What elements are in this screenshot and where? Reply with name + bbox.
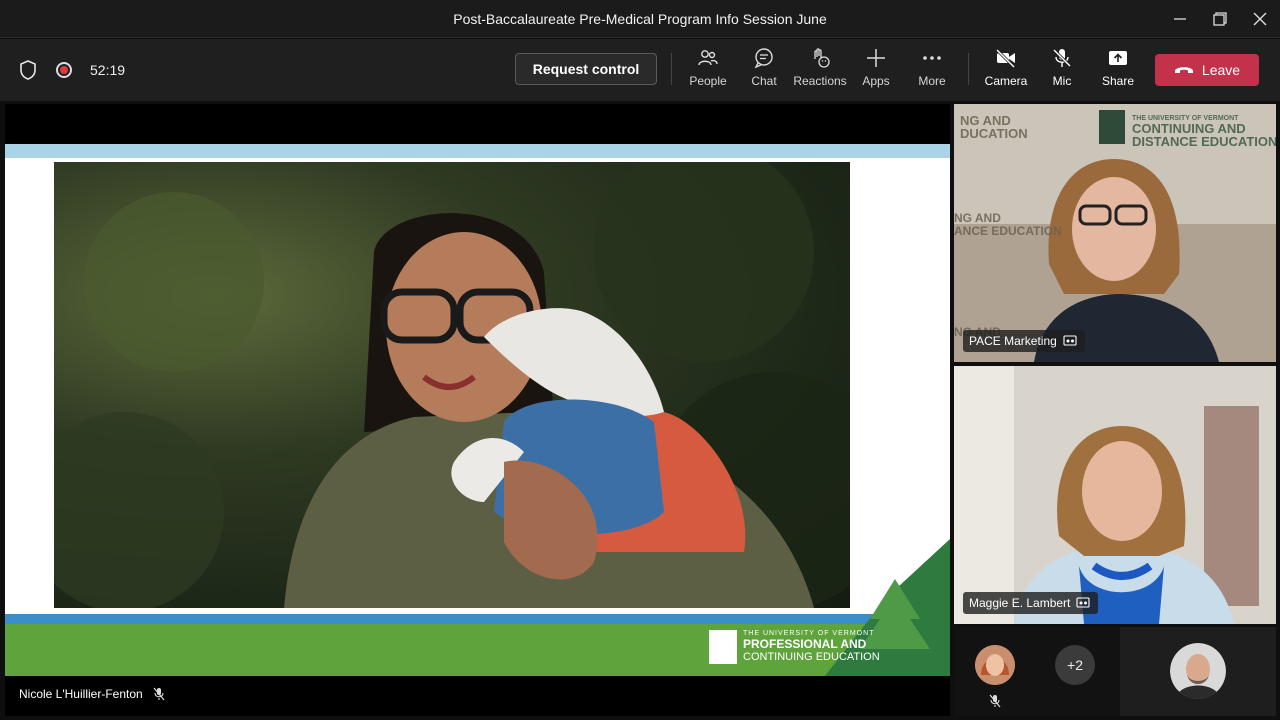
chat-icon bbox=[754, 48, 773, 69]
mic-off-icon bbox=[153, 687, 165, 701]
slide-top-band bbox=[5, 144, 950, 158]
apps-button[interactable]: Apps bbox=[848, 47, 904, 95]
people-button[interactable]: People bbox=[680, 47, 736, 95]
leave-label: Leave bbox=[1201, 62, 1241, 78]
request-control-button[interactable]: Request control bbox=[515, 53, 657, 85]
window-title: Post-Baccalaureate Pre-Medical Program I… bbox=[453, 11, 827, 27]
phone-hangup-icon bbox=[1174, 67, 1193, 73]
leave-button[interactable]: Leave bbox=[1155, 54, 1259, 86]
share-label: Share bbox=[1101, 74, 1135, 88]
reactions-button[interactable]: Reactions bbox=[792, 47, 848, 95]
screen-share-icon bbox=[1063, 335, 1077, 346]
reactions-icon bbox=[814, 48, 830, 68]
participant-tile[interactable]: Maggie E. Lambert bbox=[954, 366, 1276, 624]
close-button[interactable] bbox=[1248, 8, 1272, 30]
participant-tile[interactable] bbox=[1120, 627, 1276, 716]
toolbar-divider bbox=[968, 53, 969, 85]
minimize-icon bbox=[1174, 18, 1186, 20]
more-label: More bbox=[918, 74, 946, 88]
camera-label: Camera bbox=[984, 74, 1028, 88]
participant-name-tag: Maggie E. Lambert bbox=[963, 592, 1099, 614]
logo-line2: CONTINUING EDUCATION bbox=[743, 651, 880, 663]
shared-screen: THE UNIVERSITY OF VERMONT PROFESSIONAL A… bbox=[5, 104, 950, 716]
chat-label: Chat bbox=[751, 74, 777, 88]
meeting-status: 52:19 bbox=[18, 59, 125, 81]
mic-off-icon bbox=[1052, 48, 1072, 68]
participant-name: PACE Marketing bbox=[969, 334, 1057, 348]
participant-tile[interactable]: NG AND DUCATION THE UNIVERSITY OF VERMONT… bbox=[954, 104, 1276, 362]
participant-avatar bbox=[1170, 643, 1226, 699]
camera-button[interactable]: Camera bbox=[978, 47, 1034, 95]
mic-label: Mic bbox=[1052, 74, 1072, 88]
backdrop-line2: DISTANCE EDUCATION bbox=[1132, 134, 1276, 149]
title-bar: Post-Baccalaureate Pre-Medical Program I… bbox=[0, 0, 1280, 38]
more-participants-button[interactable]: +2 bbox=[1055, 645, 1095, 685]
plus-icon bbox=[867, 49, 885, 67]
backdrop-text: NG AND ANCE EDUCATION bbox=[954, 211, 1062, 238]
avatar-photo bbox=[1170, 643, 1226, 699]
mic-button[interactable]: Mic bbox=[1034, 47, 1090, 95]
uvm-tower-icon bbox=[709, 630, 737, 664]
presenter-name-tag: Nicole L'Huillier-Fenton bbox=[19, 687, 165, 701]
reactions-label: Reactions bbox=[793, 74, 847, 88]
slide-photo bbox=[54, 162, 850, 608]
people-icon bbox=[698, 50, 718, 66]
close-icon bbox=[1253, 12, 1267, 26]
more-icon bbox=[923, 56, 941, 60]
camera-off-icon bbox=[995, 48, 1016, 69]
uvm-pace-logo: THE UNIVERSITY OF VERMONT PROFESSIONAL A… bbox=[705, 628, 885, 668]
logo-line1: PROFESSIONAL AND bbox=[743, 637, 867, 651]
logo-small-text: THE UNIVERSITY OF VERMONT bbox=[743, 630, 875, 637]
presenter-name: Nicole L'Huillier-Fenton bbox=[19, 687, 143, 701]
apps-label: Apps bbox=[862, 74, 890, 88]
presentation-slide: THE UNIVERSITY OF VERMONT PROFESSIONAL A… bbox=[5, 144, 950, 676]
restore-icon bbox=[1213, 12, 1227, 26]
share-button[interactable]: Share bbox=[1090, 47, 1146, 95]
screen-share-icon bbox=[1076, 597, 1090, 608]
woman-with-dog-image bbox=[54, 162, 850, 608]
meeting-toolbar: 52:19 Request control People Chat Reacti… bbox=[0, 39, 1280, 101]
mic-off-icon bbox=[989, 694, 1001, 708]
recording-indicator-icon bbox=[56, 62, 72, 78]
slide-blue-band bbox=[5, 614, 950, 624]
chat-button[interactable]: Chat bbox=[736, 47, 792, 95]
meeting-timer: 52:19 bbox=[90, 62, 126, 78]
participant-avatar[interactable] bbox=[975, 645, 1015, 685]
minimize-button[interactable] bbox=[1168, 8, 1192, 30]
participant-video bbox=[954, 366, 1276, 624]
backdrop-text: NG AND DUCATION bbox=[960, 113, 1028, 141]
people-label: People bbox=[689, 74, 727, 88]
shield-icon[interactable] bbox=[18, 59, 38, 81]
share-icon bbox=[1109, 51, 1127, 65]
more-button[interactable]: More bbox=[904, 47, 960, 95]
restore-button[interactable] bbox=[1208, 8, 1232, 30]
participant-name-tag: PACE Marketing bbox=[963, 330, 1085, 352]
toolbar-divider bbox=[671, 53, 672, 85]
participant-name: Maggie E. Lambert bbox=[969, 596, 1071, 610]
avatar-photo bbox=[975, 645, 1015, 685]
